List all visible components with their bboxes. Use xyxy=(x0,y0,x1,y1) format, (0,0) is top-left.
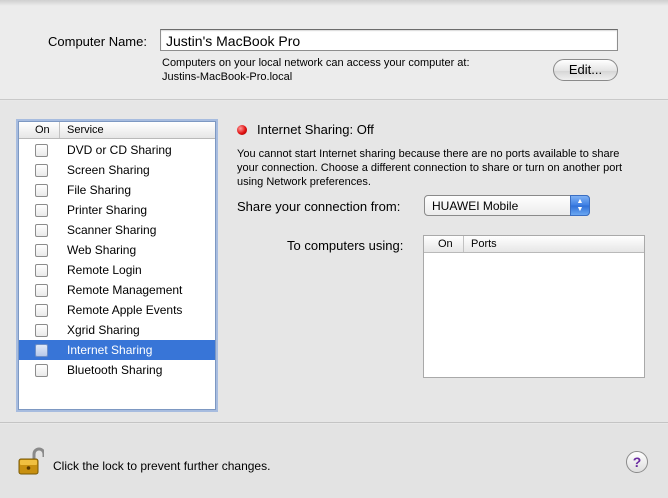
network-info-text: Computers on your local network can acce… xyxy=(162,57,470,69)
computer-name-field[interactable]: Justin's MacBook Pro xyxy=(160,29,618,51)
local-hostname: Justins-MacBook-Pro.local xyxy=(162,71,293,83)
service-row[interactable]: Remote Management xyxy=(19,280,215,300)
service-row[interactable]: Remote Apple Events xyxy=(19,300,215,320)
service-label: Remote Login xyxy=(67,263,142,277)
lock-instruction: Click the lock to prevent further change… xyxy=(53,459,271,473)
service-label: Xgrid Sharing xyxy=(67,323,140,337)
service-row[interactable]: Bluetooth Sharing xyxy=(19,360,215,380)
service-label: File Sharing xyxy=(67,183,132,197)
share-from-value: HUAWEI Mobile xyxy=(432,199,519,213)
service-checkbox[interactable] xyxy=(35,184,48,197)
service-list-header: On Service xyxy=(19,122,215,139)
service-checkbox[interactable] xyxy=(35,344,48,357)
help-button[interactable]: ? xyxy=(626,451,648,473)
ports-table[interactable]: On Ports xyxy=(423,235,645,378)
column-header-on[interactable]: On xyxy=(19,122,60,138)
service-row[interactable]: DVD or CD Sharing xyxy=(19,140,215,160)
computer-name-label: Computer Name: xyxy=(48,34,147,49)
ports-column-on[interactable]: On xyxy=(424,236,464,252)
service-checkbox[interactable] xyxy=(35,204,48,217)
service-checkbox[interactable] xyxy=(35,304,48,317)
service-label: Remote Apple Events xyxy=(67,303,183,317)
ports-column-ports[interactable]: Ports xyxy=(471,238,497,250)
service-row[interactable]: Printer Sharing xyxy=(19,200,215,220)
service-checkbox[interactable] xyxy=(35,364,48,377)
window-top-edge xyxy=(0,0,668,6)
edit-button[interactable]: Edit... xyxy=(553,59,618,81)
service-label: Bluetooth Sharing xyxy=(67,363,163,377)
popup-arrows-icon: ▲ ▼ xyxy=(570,195,590,216)
service-checkbox[interactable] xyxy=(35,244,48,257)
service-row[interactable]: Internet Sharing xyxy=(19,340,215,360)
service-row[interactable]: Xgrid Sharing xyxy=(19,320,215,340)
status-description: You cannot start Internet sharing becaus… xyxy=(237,148,623,188)
service-label: Screen Sharing xyxy=(67,163,150,177)
service-list[interactable]: On Service DVD or CD Sharing Screen Shari… xyxy=(18,121,216,410)
service-checkbox[interactable] xyxy=(35,144,48,157)
service-checkbox[interactable] xyxy=(35,164,48,177)
service-row[interactable]: Web Sharing xyxy=(19,240,215,260)
service-label: Internet Sharing xyxy=(67,343,153,357)
service-label: Web Sharing xyxy=(67,243,137,257)
service-checkbox[interactable] xyxy=(35,264,48,277)
service-row[interactable]: Remote Login xyxy=(19,260,215,280)
service-label: Printer Sharing xyxy=(67,203,148,217)
service-row[interactable]: File Sharing xyxy=(19,180,215,200)
service-label: Remote Management xyxy=(67,283,183,297)
status-indicator-icon xyxy=(237,125,247,135)
share-from-label: Share your connection from: xyxy=(237,199,401,214)
service-checkbox[interactable] xyxy=(35,324,48,337)
ports-table-header: On Ports xyxy=(424,236,644,253)
service-row[interactable]: Scanner Sharing xyxy=(19,220,215,240)
service-checkbox[interactable] xyxy=(35,224,48,237)
to-computers-label: To computers using: xyxy=(287,238,404,253)
service-row[interactable]: Screen Sharing xyxy=(19,160,215,180)
column-header-service[interactable]: Service xyxy=(67,124,104,136)
share-from-popup[interactable]: HUAWEI Mobile ▲ ▼ xyxy=(424,195,590,216)
service-checkbox[interactable] xyxy=(35,284,48,297)
service-label: DVD or CD Sharing xyxy=(67,143,172,157)
unlocked-padlock-icon[interactable] xyxy=(18,446,44,476)
service-label: Scanner Sharing xyxy=(67,223,157,237)
service-status: Internet Sharing: Off xyxy=(257,122,374,137)
